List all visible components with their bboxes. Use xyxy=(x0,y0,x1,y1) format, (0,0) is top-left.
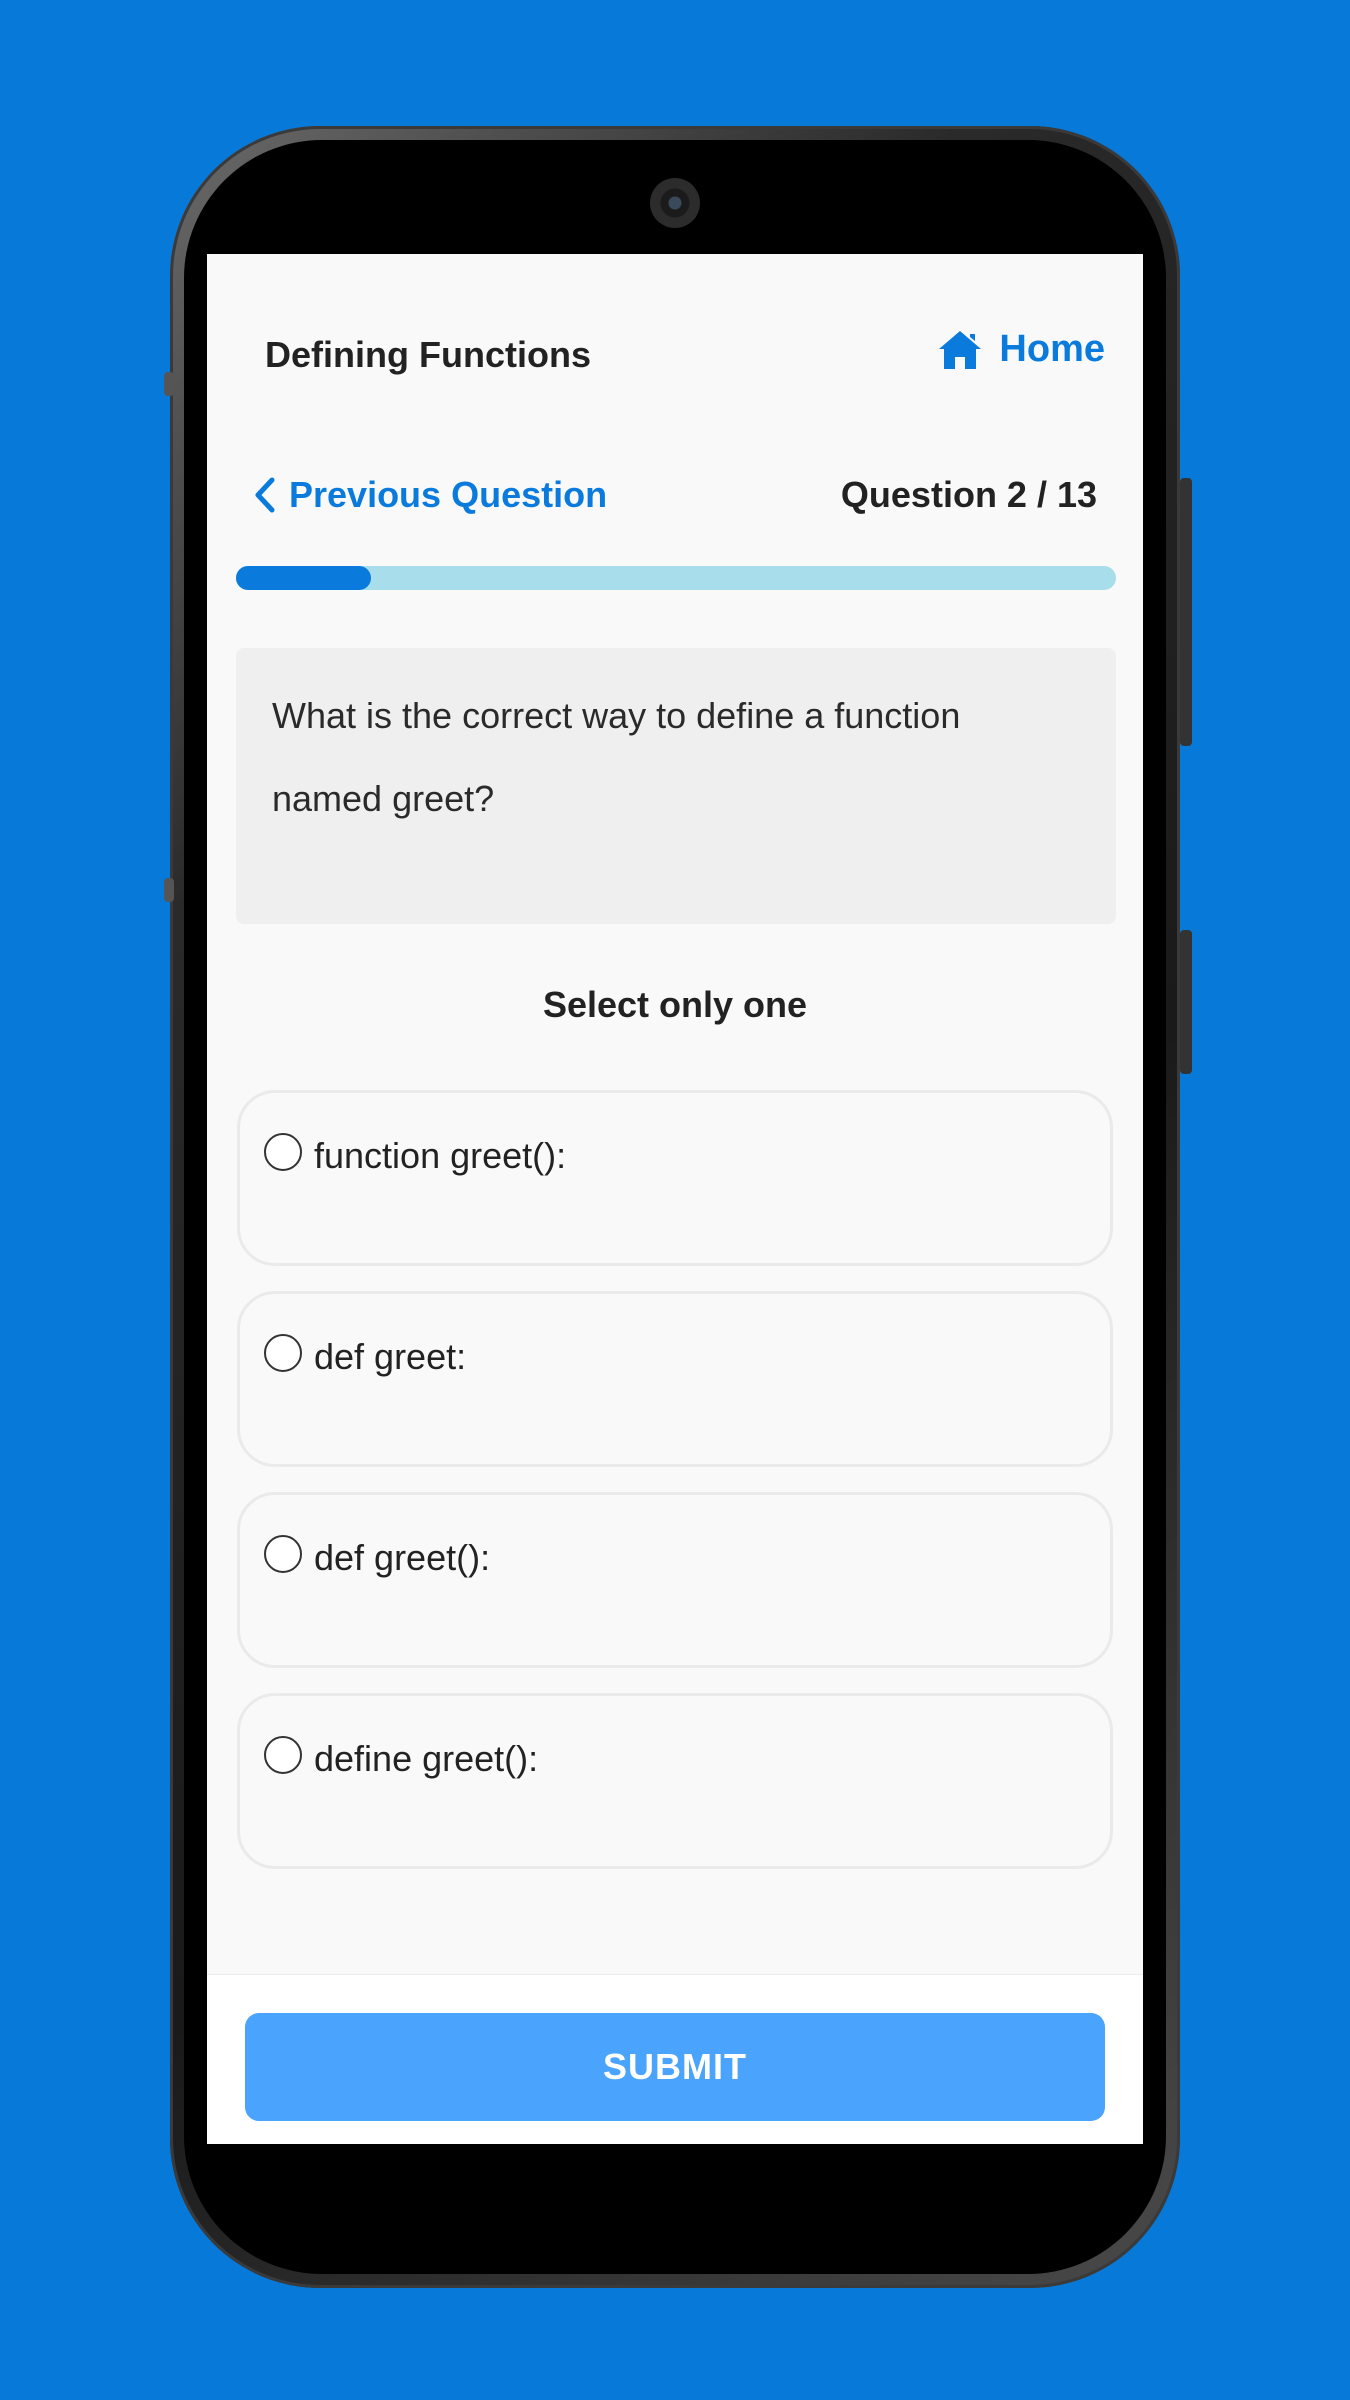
answer-option[interactable]: def greet: xyxy=(237,1291,1113,1467)
question-text: What is the correct way to define a func… xyxy=(272,674,1080,840)
phone-side-button xyxy=(1180,478,1192,746)
progress-bar xyxy=(236,566,1116,590)
answer-option-label: def greet(): xyxy=(314,1537,491,1578)
question-nav: Previous Question Question 2 / 13 xyxy=(207,474,1143,534)
question-line: What is the correct way to define a func… xyxy=(272,695,961,736)
home-button[interactable]: Home xyxy=(937,328,1105,371)
footer-bar: SUBMIT xyxy=(207,1974,1143,2144)
topic-title: Defining Functions xyxy=(265,334,591,375)
app-screen: Defining Functions Home Previous Questio… xyxy=(207,254,1143,2144)
submit-button[interactable]: SUBMIT xyxy=(245,2013,1105,2121)
radio-button[interactable] xyxy=(264,1736,302,1774)
radio-button[interactable] xyxy=(264,1133,302,1171)
phone-side-button xyxy=(164,372,174,396)
phone-side-button xyxy=(1180,930,1192,1074)
answer-option-label: def greet: xyxy=(314,1336,467,1377)
radio-button[interactable] xyxy=(264,1535,302,1573)
home-icon xyxy=(939,330,982,369)
answer-option[interactable]: def greet(): xyxy=(237,1492,1113,1668)
top-bar: Defining Functions Home xyxy=(207,254,1143,394)
answer-option-label: function greet(): xyxy=(314,1135,567,1176)
answer-option[interactable]: function greet(): xyxy=(237,1090,1113,1266)
question-card: What is the correct way to define a func… xyxy=(236,648,1116,924)
chevron-left-icon xyxy=(255,477,275,513)
answer-option-label: define greet(): xyxy=(314,1738,539,1779)
home-label: Home xyxy=(999,328,1105,370)
previous-question-label: Previous Question xyxy=(289,474,608,515)
phone-side-button xyxy=(164,878,174,902)
previous-question-button[interactable]: Previous Question xyxy=(253,474,607,516)
instruction-text: Select only one xyxy=(542,984,808,1025)
radio-button[interactable] xyxy=(264,1334,302,1372)
camera-icon xyxy=(650,178,700,228)
answer-option[interactable]: define greet(): xyxy=(237,1693,1113,1869)
progress-bar-fill xyxy=(236,566,372,590)
question-counter: Question 2 / 13 xyxy=(840,474,1097,515)
question-line: named greet? xyxy=(272,778,495,819)
